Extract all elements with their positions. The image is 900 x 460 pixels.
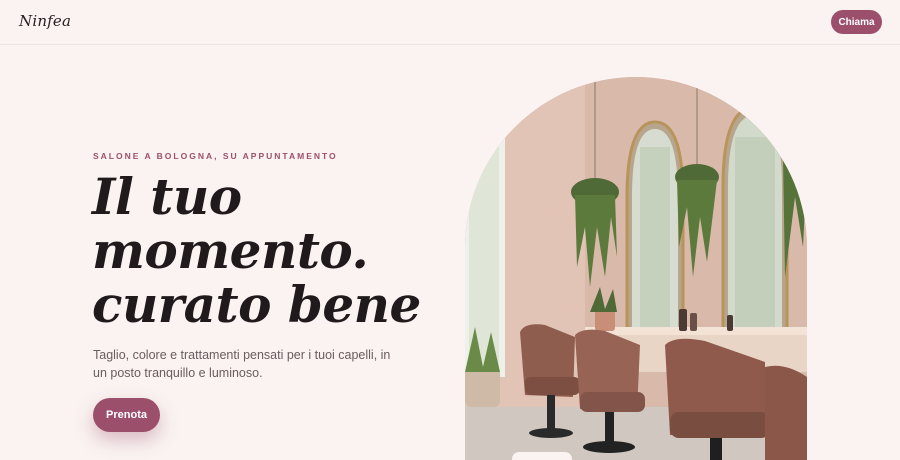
hero-headline: Il tuo momento. curato bene [92,170,422,332]
call-button[interactable]: Chiama [831,10,882,34]
salon-photo [465,77,807,460]
site-header: Ninfea Chiama [0,0,900,45]
brand-logo[interactable]: Ninfea [19,12,71,30]
book-button[interactable]: Prenota [93,398,160,432]
hero-subtitle: Taglio, colore e trattamenti pensati per… [93,348,391,380]
image-caption-chip [512,452,572,460]
headline-line: momento. [92,221,369,280]
headline-line: curato bene [92,275,421,334]
headline-line: Il tuo [92,167,242,226]
salon-interior-illustration [465,77,807,460]
hero-eyebrow: SALONE A BOLOGNA, SU APPUNTAMENTO [93,151,338,161]
